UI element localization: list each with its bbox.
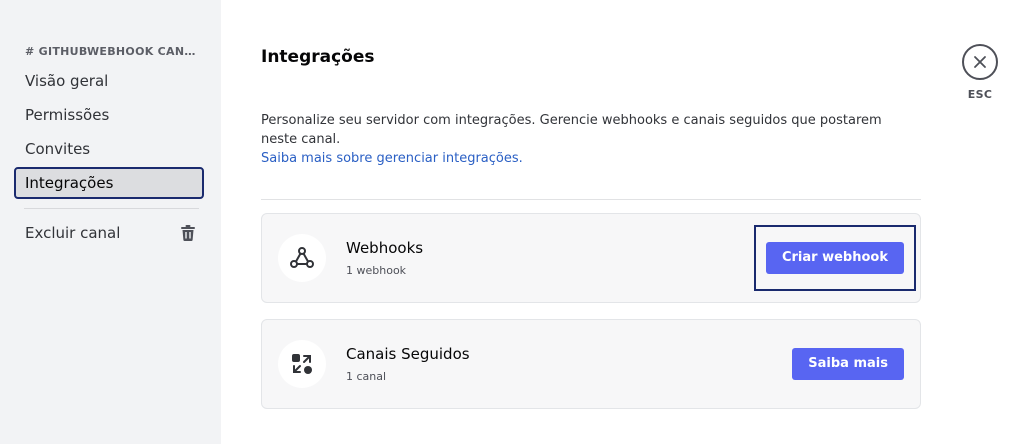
card-subtitle: 1 canal (346, 370, 387, 383)
description-text: Personalize seu servidor com integrações… (261, 113, 882, 147)
sidebar-item-label: Convites (25, 140, 91, 158)
sidebar-item-label: Excluir canal (25, 224, 121, 242)
card-title: Canais Seguidos (346, 345, 470, 363)
settings-sidebar: # GITHUBWEBHOOK CANAI... Visão geral Per… (0, 0, 221, 444)
learn-more-link[interactable]: Saiba mais sobre gerenciar integrações. (261, 149, 921, 168)
settings-content: Integrações Personalize seu servidor com… (221, 0, 1031, 444)
sidebar-item-overview[interactable]: Visão geral (14, 65, 204, 97)
followed-channels-card[interactable]: Canais Seguidos 1 canal Saiba mais (261, 319, 921, 409)
sidebar-item-permissions[interactable]: Permissões (14, 99, 204, 131)
webhooks-card-text: Webhooks 1 webhook (346, 238, 754, 278)
sidebar-item-invites[interactable]: Convites (14, 133, 204, 165)
esc-label: ESC (967, 88, 993, 101)
sidebar-item-label: Visão geral (25, 72, 109, 90)
page-title: Integrações (261, 47, 375, 67)
card-subtitle: 1 webhook (346, 264, 407, 277)
sidebar-item-delete-channel[interactable]: Excluir canal (14, 217, 204, 249)
learn-more-button[interactable]: Saiba mais (792, 348, 904, 380)
content-divider (261, 199, 921, 200)
card-title: Webhooks (346, 239, 424, 257)
sidebar-divider (24, 208, 199, 209)
settings-window: # GITHUBWEBHOOK CANAI... Visão geral Per… (0, 0, 1031, 444)
followed-channels-card-text: Canais Seguidos 1 canal (346, 344, 792, 384)
create-webhook-focus-ring: Criar webhook (753, 225, 916, 291)
close-control: ESC (958, 44, 1002, 101)
close-icon (974, 56, 986, 68)
webhook-icon (278, 234, 326, 282)
sidebar-item-label: Integrações (25, 174, 114, 192)
webhooks-card[interactable]: Webhooks 1 webhook Criar webhook (261, 213, 921, 303)
sidebar-header: # GITHUBWEBHOOK CANAI... (25, 45, 199, 58)
followed-channels-icon (278, 340, 326, 388)
create-webhook-button[interactable]: Criar webhook (765, 242, 904, 274)
close-button[interactable] (962, 44, 998, 80)
page-description: Personalize seu servidor com integrações… (261, 111, 921, 168)
sidebar-item-integrations[interactable]: Integrações (14, 167, 204, 199)
trash-icon (180, 225, 196, 241)
sidebar-item-label: Permissões (25, 106, 110, 124)
